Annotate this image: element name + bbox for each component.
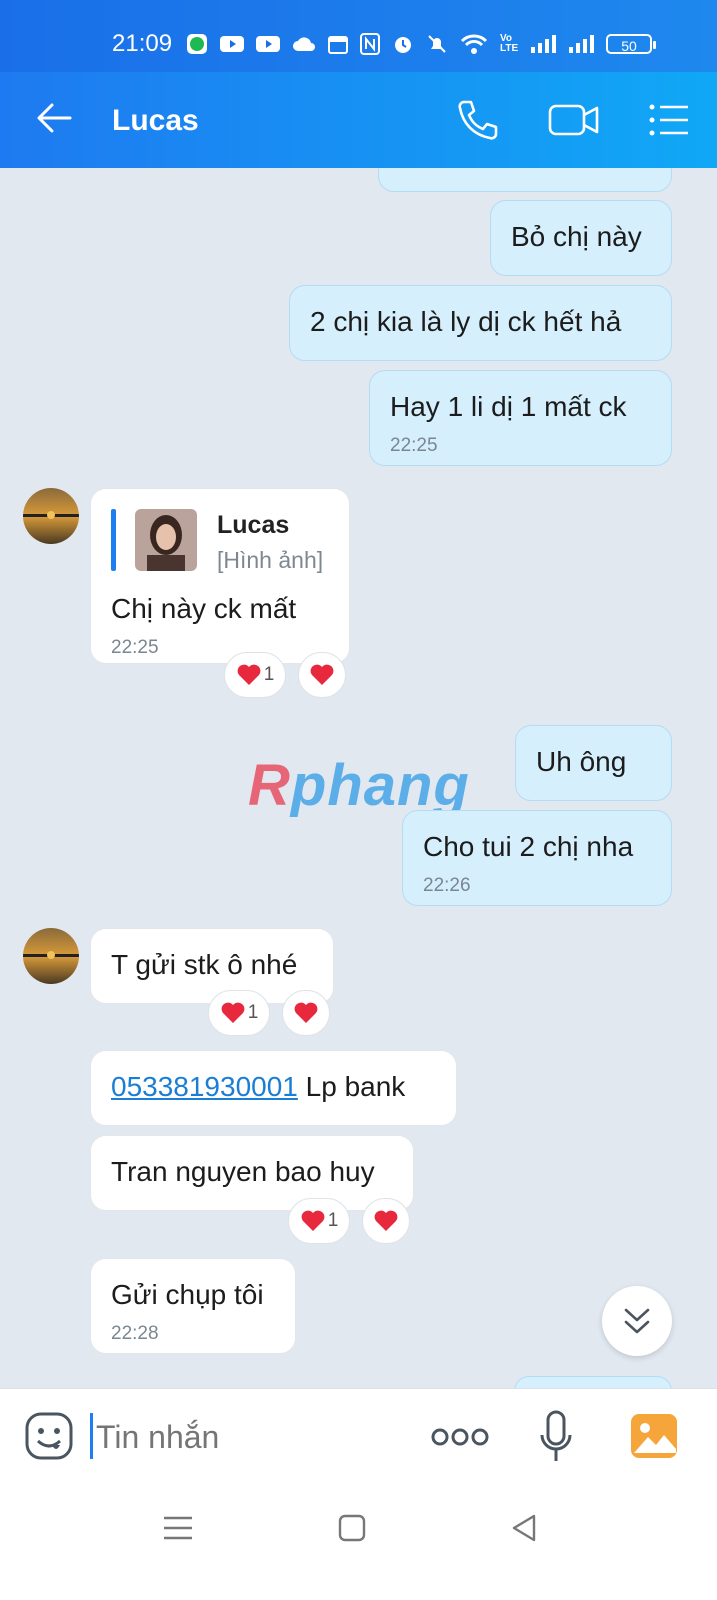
quote-bar xyxy=(111,509,116,571)
spotify-icon xyxy=(186,33,208,55)
voice-record-button[interactable] xyxy=(536,1409,576,1465)
status-icons: Vo LTE xyxy=(186,32,595,56)
voice-call-button[interactable] xyxy=(456,98,500,142)
account-number-link[interactable]: 053381930001 xyxy=(111,1071,298,1102)
clock: 21:09 xyxy=(112,30,173,57)
person-photo-image xyxy=(135,509,197,571)
contact-name[interactable]: Lucas xyxy=(112,104,199,138)
options-menu-button[interactable] xyxy=(648,102,690,138)
wifi-icon xyxy=(460,33,488,55)
status-bar: 21:09 Vo LTE 50 xyxy=(0,0,717,72)
message-text: Tran nguyen bao huy xyxy=(111,1156,375,1187)
arrow-left-icon xyxy=(37,103,72,133)
react-button[interactable] xyxy=(298,652,346,698)
recents-button[interactable] xyxy=(160,1510,196,1546)
avatar[interactable] xyxy=(23,488,79,544)
composer-bar xyxy=(0,1388,717,1485)
message-text: Chị này ck mất xyxy=(111,593,297,624)
alarm-icon xyxy=(392,33,414,55)
message-bubble[interactable]: 053381930001 Lp bank xyxy=(90,1050,457,1126)
message-bubble-with-quote[interactable]: Lucas [Hình ảnh] Chị này ck mất 22:25 xyxy=(90,488,350,664)
message-bubble[interactable]: Hay 1 li dị 1 mất ck 22:25 xyxy=(369,370,672,466)
message-input[interactable] xyxy=(94,1411,398,1463)
message-bubble[interactable]: Tran nguyen bao huy xyxy=(90,1135,414,1211)
battery-indicator: 50 xyxy=(606,34,656,54)
react-button[interactable] xyxy=(282,990,330,1036)
message-bubble[interactable]: Gửi chụp tôi 22:28 xyxy=(90,1258,296,1354)
more-options-button[interactable] xyxy=(430,1419,490,1455)
nfc-icon xyxy=(360,33,380,55)
heart-icon xyxy=(374,1210,398,1231)
message-text: Uh ông xyxy=(536,746,627,777)
message-bubble[interactable]: 2 chị kia là ly dị ck hết hả xyxy=(289,285,672,361)
watermark-logo: Rphang xyxy=(248,753,470,818)
phone-icon xyxy=(458,100,498,140)
system-back-button[interactable] xyxy=(506,1510,542,1546)
message-bubble[interactable]: Cho tui 2 chị nha 22:26 xyxy=(402,810,672,906)
gallery-button[interactable] xyxy=(630,1413,678,1459)
emoji-face-icon xyxy=(25,1412,73,1460)
quoted-photo-thumbnail[interactable] xyxy=(135,509,197,571)
volte-icon: Vo LTE xyxy=(500,33,519,54)
signal-icon xyxy=(568,34,595,54)
heart-icon xyxy=(237,664,261,685)
message-text: Bỏ chị này xyxy=(511,221,642,252)
quote-preview-text: [Hình ảnh] xyxy=(217,547,324,573)
youtube-icon xyxy=(220,34,244,54)
mute-icon xyxy=(426,33,448,55)
message-timestamp: 22:26 xyxy=(423,875,471,896)
cloud-icon xyxy=(292,35,316,53)
scroll-to-bottom-button[interactable] xyxy=(602,1286,672,1356)
reaction-summary[interactable]: 1 xyxy=(288,1198,350,1244)
message-timestamp: 22:25 xyxy=(390,435,438,456)
heart-icon xyxy=(310,664,334,685)
reaction-summary[interactable]: 1 xyxy=(208,990,270,1036)
message-bubble[interactable]: Bỏ chị này xyxy=(490,200,672,276)
message-text: 2 chị kia là ly dị ck hết hả xyxy=(310,306,622,337)
reaction-summary[interactable]: 1 xyxy=(224,652,286,698)
text-cursor xyxy=(90,1413,93,1459)
microphone-icon xyxy=(540,1410,572,1461)
react-button[interactable] xyxy=(362,1198,410,1244)
signal-icon xyxy=(530,34,557,54)
bank-name-text: Lp bank xyxy=(297,1071,406,1102)
system-navigation-bar xyxy=(0,1484,717,1600)
heart-icon xyxy=(221,1002,245,1023)
message-timestamp: 22:28 xyxy=(111,1323,159,1344)
quote-sender-name: Lucas xyxy=(217,511,290,539)
list-menu-icon xyxy=(649,104,688,136)
reaction-count: 1 xyxy=(263,664,275,685)
sticker-button[interactable] xyxy=(24,1411,74,1461)
heart-icon xyxy=(294,1002,318,1023)
sunset-avatar-image xyxy=(23,928,79,984)
image-gallery-icon xyxy=(631,1414,677,1458)
message-text: Cho tui 2 chị nha xyxy=(423,831,634,862)
avatar[interactable] xyxy=(23,928,79,984)
message-text: Hay 1 li dị 1 mất ck xyxy=(390,391,627,422)
square-home-icon xyxy=(338,1514,366,1542)
video-camera-icon xyxy=(548,104,599,136)
menu-lines-icon xyxy=(164,1516,192,1540)
message-text: T gửi stk ô nhé xyxy=(111,949,298,980)
double-chevron-down-icon xyxy=(624,1308,650,1334)
message-text: 053381930001 Lp bank xyxy=(111,1071,405,1103)
sunset-avatar-image xyxy=(23,488,79,544)
chat-header-front: Lucas xyxy=(0,72,717,168)
more-dots-icon xyxy=(431,1428,489,1446)
calendar-icon xyxy=(328,34,348,54)
reaction-count: 1 xyxy=(247,1002,259,1023)
video-call-button[interactable] xyxy=(548,100,600,140)
youtube-icon xyxy=(256,34,280,54)
home-button[interactable] xyxy=(334,1510,370,1546)
back-button[interactable] xyxy=(34,98,74,138)
message-bubble[interactable]: Uh ông xyxy=(515,725,672,801)
message-text: Gửi chụp tôi xyxy=(111,1279,264,1310)
reaction-count: 1 xyxy=(327,1210,339,1231)
message-timestamp: 22:25 xyxy=(111,637,159,658)
heart-icon xyxy=(301,1210,325,1231)
triangle-back-icon xyxy=(512,1514,536,1542)
